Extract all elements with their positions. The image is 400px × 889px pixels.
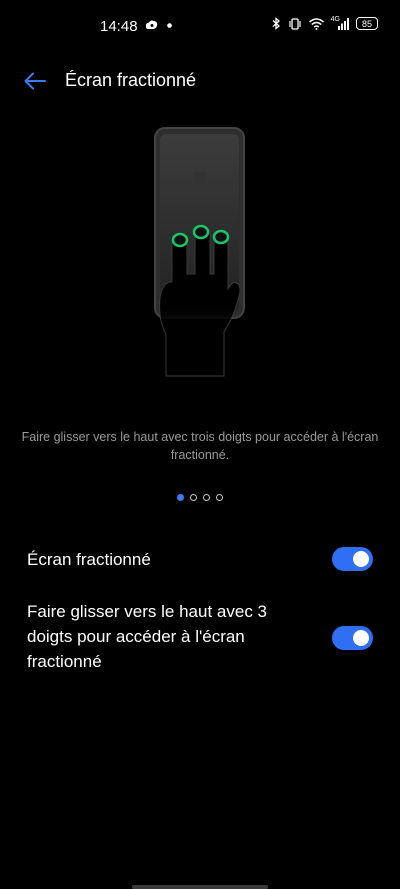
page-dot-1[interactable] <box>177 494 184 501</box>
page-dot-4[interactable] <box>216 494 223 501</box>
page-title: Écran fractionné <box>65 70 197 90</box>
battery-icon: 85 <box>356 17 378 30</box>
three-finger-swipe-icon <box>154 127 245 377</box>
app-bar: Écran fractionné <box>0 56 400 106</box>
page-dot-2[interactable] <box>190 494 197 501</box>
status-left-icons <box>144 19 172 31</box>
signal-label: 4G <box>330 16 340 23</box>
wifi-icon <box>308 17 324 30</box>
bluetooth-icon <box>272 17 281 30</box>
split-screen-toggle[interactable] <box>332 547 373 571</box>
status-time: 14:48 <box>100 18 138 35</box>
vibrate-icon <box>288 17 302 30</box>
status-bar: 14:48 4G 85 <box>0 0 400 54</box>
setting-row-three-finger-swipe[interactable]: Faire glisser vers le haut avec 3 doigts… <box>0 599 400 677</box>
gesture-description: Faire glisser vers le haut avec trois do… <box>21 430 379 462</box>
three-finger-swipe-illustration <box>150 124 250 384</box>
setting-label-split-screen: Écran fractionné <box>27 550 151 569</box>
dot-icon <box>167 22 172 28</box>
setting-label-three-finger-swipe: Faire glisser vers le haut avec 3 doigts… <box>27 602 267 671</box>
status-right-icons: 4G 85 <box>272 16 378 30</box>
home-indicator[interactable] <box>132 885 268 889</box>
arrow-left-icon <box>24 72 46 90</box>
toggle-knob <box>353 630 369 646</box>
page-indicator <box>0 494 400 501</box>
page-dot-3[interactable] <box>203 494 210 501</box>
cloud-eye-icon <box>144 19 159 31</box>
setting-row-split-screen[interactable]: Écran fractionné <box>0 545 400 575</box>
toggle-knob <box>353 551 369 567</box>
signal-icon: 4G <box>330 16 349 30</box>
back-button[interactable] <box>20 68 50 94</box>
three-finger-swipe-toggle[interactable] <box>332 626 373 650</box>
